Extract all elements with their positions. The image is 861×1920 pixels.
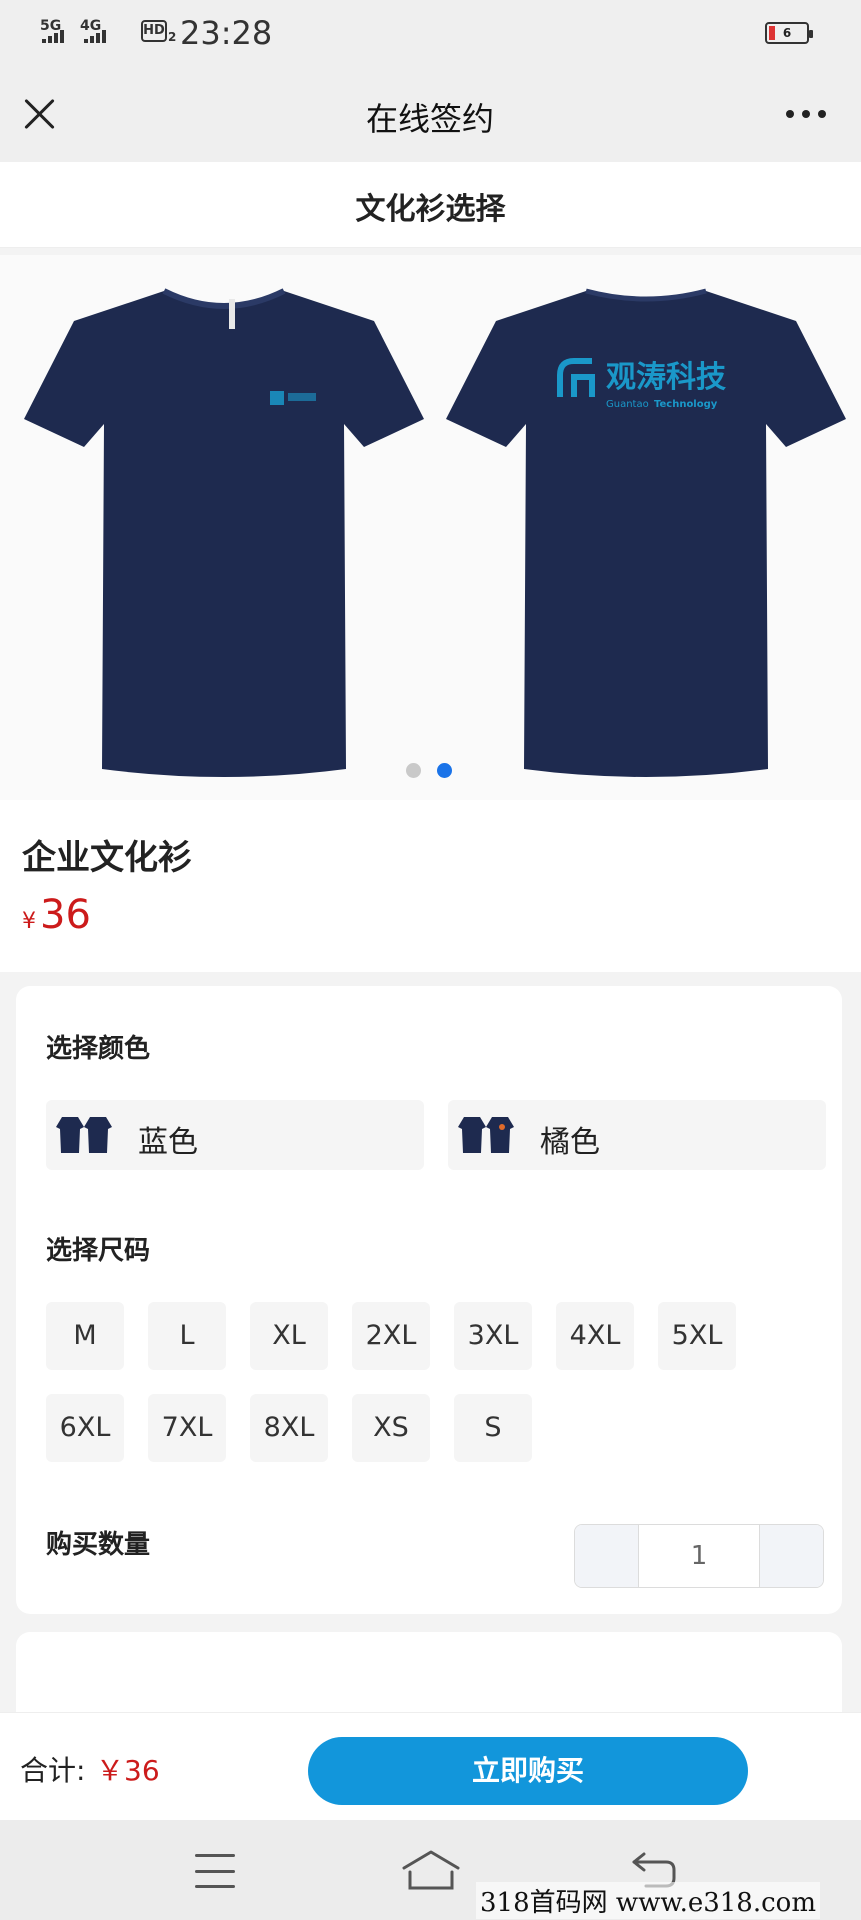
shirt-thumbnail-icon <box>458 1117 514 1153</box>
size-option-xl[interactable]: XL <box>250 1302 328 1370</box>
tshirt-front-image <box>24 288 424 777</box>
size-option-m[interactable]: M <box>46 1302 124 1370</box>
product-image-carousel[interactable]: 观涛科技 Guantao Technology <box>0 255 861 800</box>
size-section-label: 选择尺码 <box>46 1236 151 1266</box>
size-option-s[interactable]: S <box>454 1394 532 1462</box>
buy-now-button[interactable]: 立即购买 <box>308 1737 748 1805</box>
status-bar: 5G 4G HD 2 23:28 6 <box>0 0 861 66</box>
signal-strength-icon <box>42 30 64 43</box>
quantity-increment-button[interactable] <box>759 1525 823 1587</box>
battery-icon: 6 <box>765 22 813 44</box>
home-icon[interactable] <box>400 1848 462 1892</box>
carousel-dot-active[interactable] <box>437 763 452 778</box>
size-option-xs[interactable]: XS <box>352 1394 430 1462</box>
tshirt-back-image: 观涛科技 Guantao Technology <box>446 288 846 777</box>
more-dots-icon[interactable] <box>786 110 826 120</box>
watermark-text: 318首码网 www.e318.com <box>476 1882 820 1919</box>
company-logo-text: 观涛科技 <box>606 360 726 395</box>
size-option-5xl[interactable]: 5XL <box>658 1302 736 1370</box>
section-header: 文化衫选择 <box>0 162 861 248</box>
nav-bar: 在线签约 <box>0 66 861 162</box>
color-section-label: 选择颜色 <box>46 1034 151 1064</box>
shirt-thumbnail-icon <box>56 1117 112 1153</box>
size-option-3xl[interactable]: 3XL <box>454 1302 532 1370</box>
color-label: 蓝色 <box>138 1125 198 1160</box>
color-option-blue[interactable]: 蓝色 <box>46 1100 424 1170</box>
size-option-4xl[interactable]: 4XL <box>556 1302 634 1370</box>
section-title: 文化衫选择 <box>355 192 506 227</box>
options-card: 选择颜色 蓝色 橘色 选择尺码 M L XL 2XL 3XL 4XL 5XL 6… <box>16 986 842 1614</box>
company-logo-subtext-b: Technology <box>654 399 718 410</box>
product-info: 企业文化衫 ¥36 <box>0 800 861 972</box>
carousel-pagination <box>406 763 452 778</box>
hd-voice-icon: HD <box>141 20 167 42</box>
color-label: 橘色 <box>540 1125 600 1160</box>
total-price: ￥36 <box>96 1754 160 1787</box>
page-title: 在线签约 <box>365 100 494 138</box>
size-option-6xl[interactable]: 6XL <box>46 1394 124 1462</box>
size-option-8xl[interactable]: 8XL <box>250 1394 328 1462</box>
battery-level: 6 <box>782 26 792 40</box>
status-time: 23:28 <box>180 14 273 52</box>
quantity-decrement-button[interactable] <box>575 1525 639 1587</box>
checkout-bar: 合计: ￥36 立即购买 <box>0 1712 861 1820</box>
signal-strength-icon <box>84 30 106 43</box>
quantity-stepper: 1 <box>574 1524 824 1588</box>
size-option-2xl[interactable]: 2XL <box>352 1302 430 1370</box>
product-name: 企业文化衫 <box>22 838 192 878</box>
quantity-input[interactable]: 1 <box>639 1525 759 1587</box>
price-value: 36 <box>40 892 91 938</box>
color-option-orange[interactable]: 橘色 <box>448 1100 826 1170</box>
close-icon[interactable] <box>20 94 60 134</box>
quantity-section-label: 购买数量 <box>46 1530 151 1560</box>
hd-sub-label: 2 <box>168 30 177 44</box>
size-option-7xl[interactable]: 7XL <box>148 1394 226 1462</box>
size-option-l[interactable]: L <box>148 1302 226 1370</box>
total-label: 合计: <box>20 1754 86 1787</box>
currency-symbol: ¥ <box>22 909 36 934</box>
company-logo-subtext-a: Guantao <box>606 399 649 410</box>
menu-icon[interactable] <box>195 1854 235 1888</box>
product-price: ¥36 <box>22 892 91 938</box>
carousel-dot[interactable] <box>406 763 421 778</box>
